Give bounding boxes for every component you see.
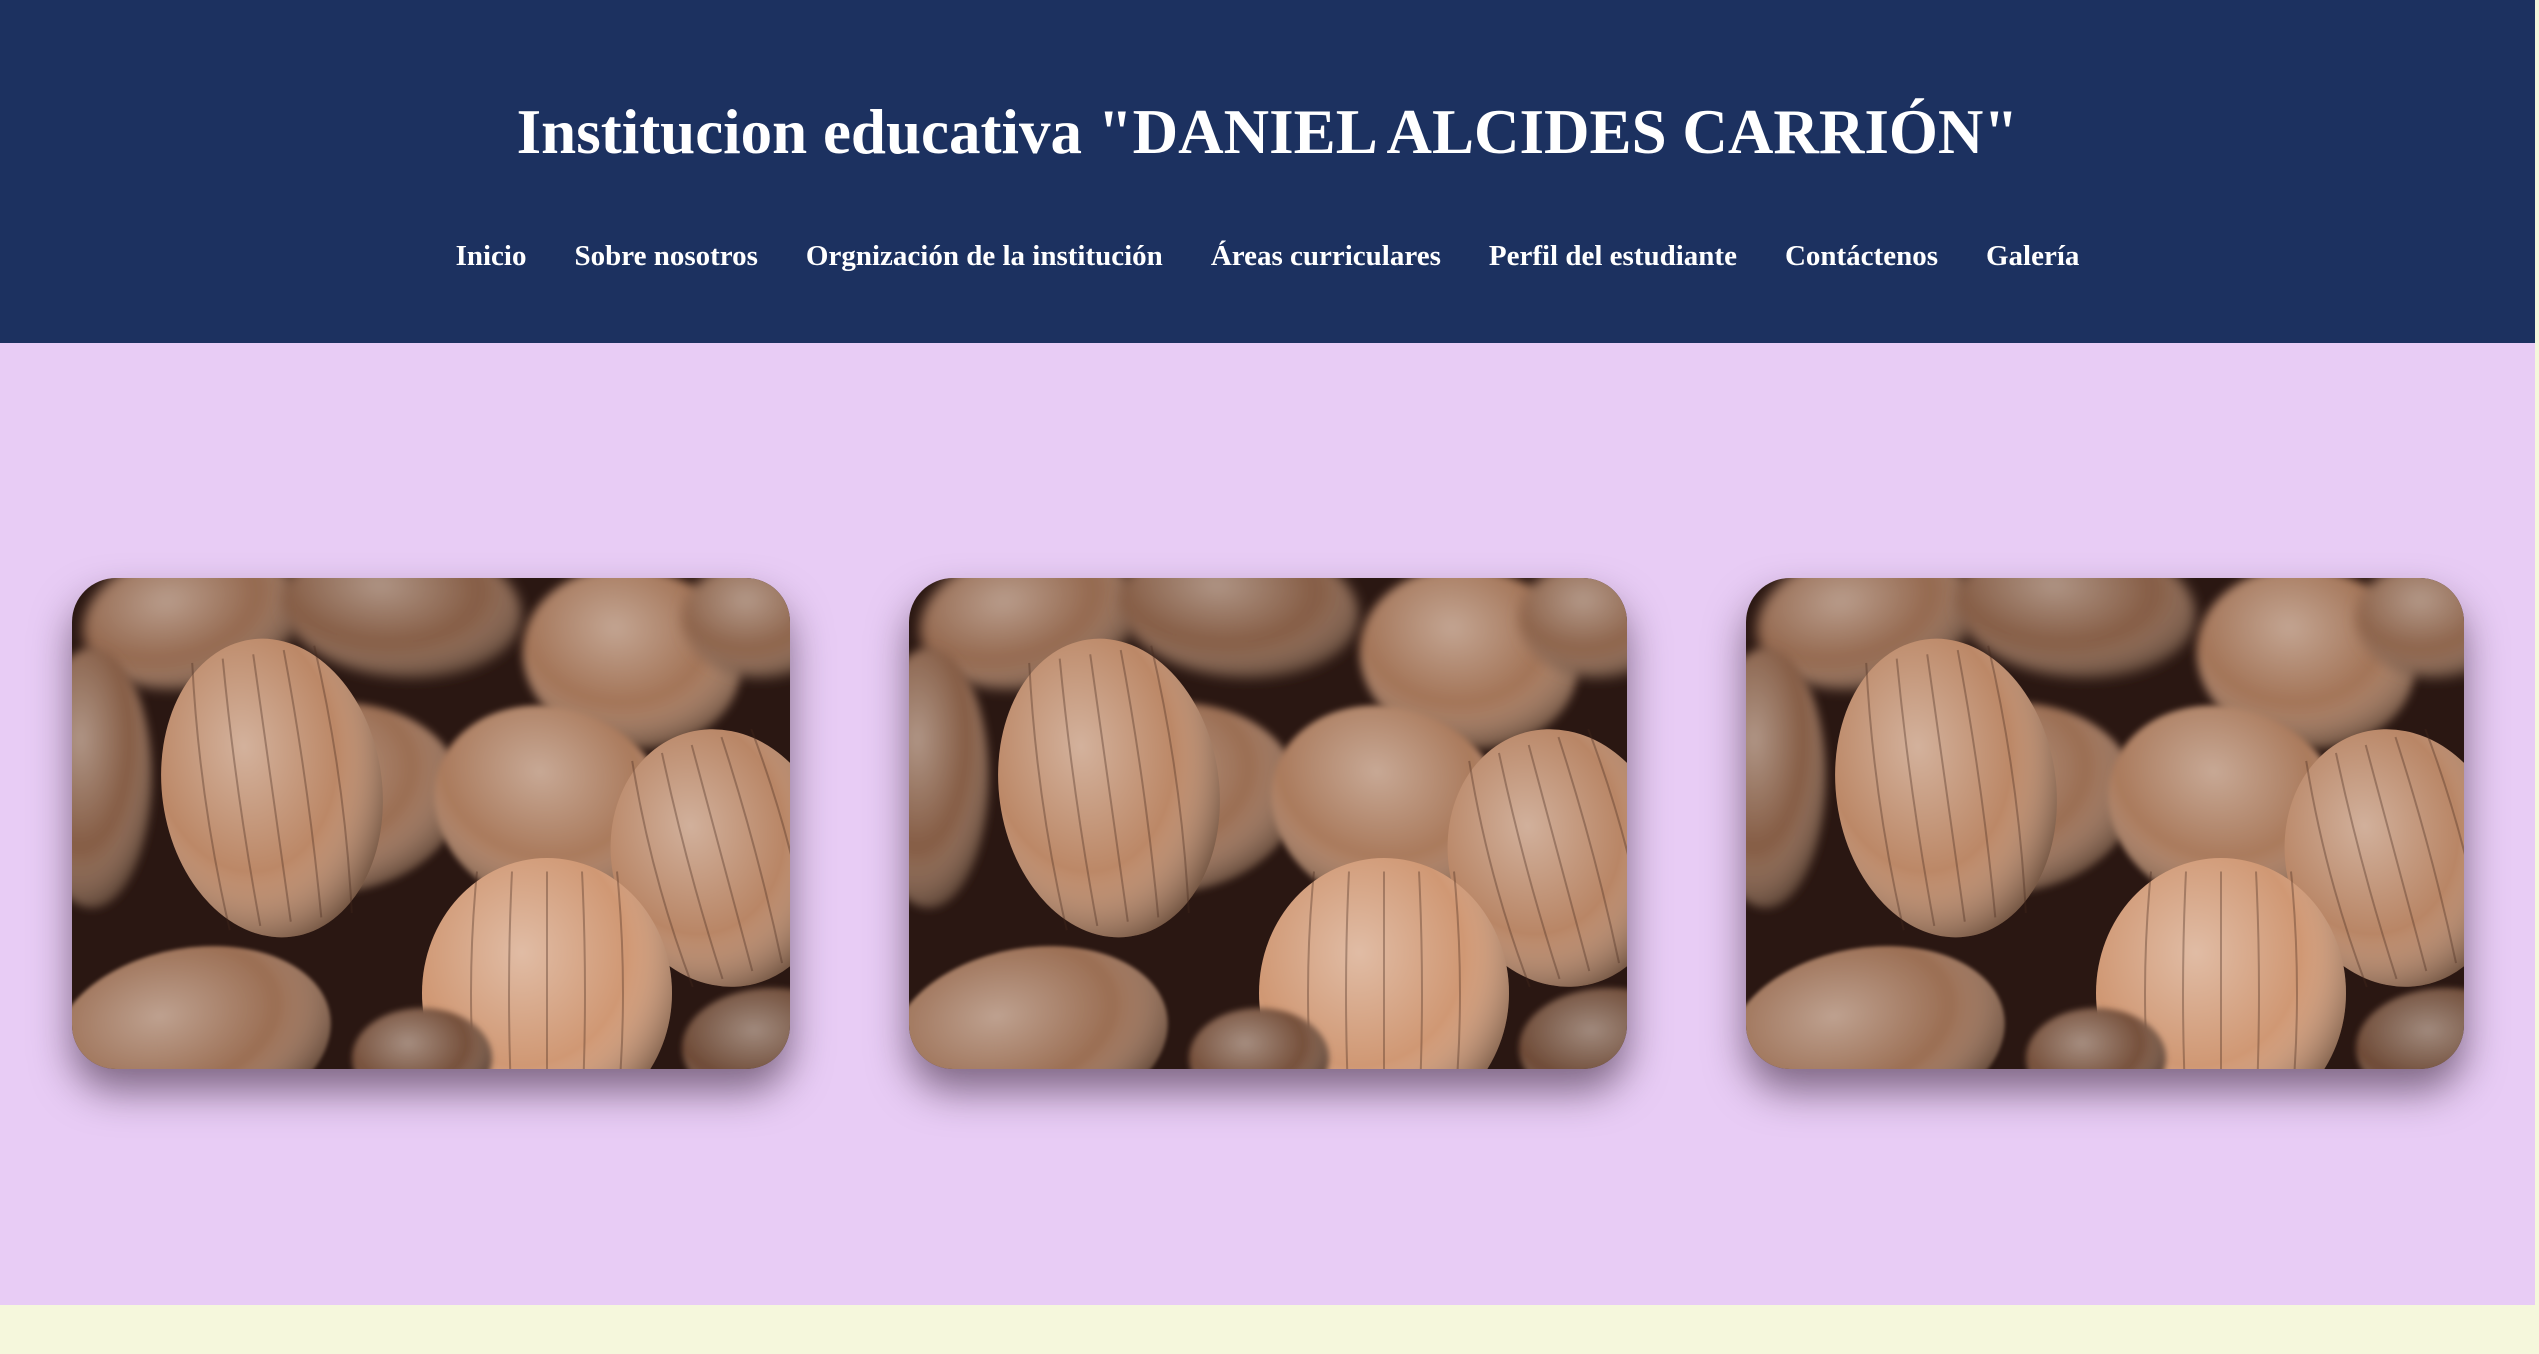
- nav-link-contactenos[interactable]: Contáctenos: [1785, 232, 1938, 280]
- nav-link-sobre-nosotros[interactable]: Sobre nosotros: [574, 232, 757, 280]
- site-header: Institucion educativa "DANIEL ALCIDES CA…: [0, 0, 2535, 343]
- nav-link-organizacion[interactable]: Orgnización de la institución: [806, 232, 1163, 280]
- walnuts-photo: [909, 578, 1627, 1069]
- gallery-image-3: [1746, 578, 2464, 1069]
- walnuts-photo: [1746, 578, 2464, 1069]
- nav-link-areas-curriculares[interactable]: Áreas curriculares: [1211, 232, 1441, 280]
- nav-link-inicio[interactable]: Inicio: [456, 232, 527, 280]
- walnuts-photo: [72, 578, 790, 1069]
- nav-link-perfil-estudiante[interactable]: Perfil del estudiante: [1489, 232, 1737, 280]
- site-title: Institucion educativa "DANIEL ALCIDES CA…: [516, 97, 2019, 167]
- nav-link-galeria[interactable]: Galería: [1986, 232, 2079, 280]
- site-footer: [0, 1305, 2539, 1354]
- gallery-section: [0, 343, 2535, 1305]
- gallery-image-2: [909, 578, 1627, 1069]
- gallery-image-1: [72, 578, 790, 1069]
- main-nav: Inicio Sobre nosotros Orgnización de la …: [0, 232, 2535, 280]
